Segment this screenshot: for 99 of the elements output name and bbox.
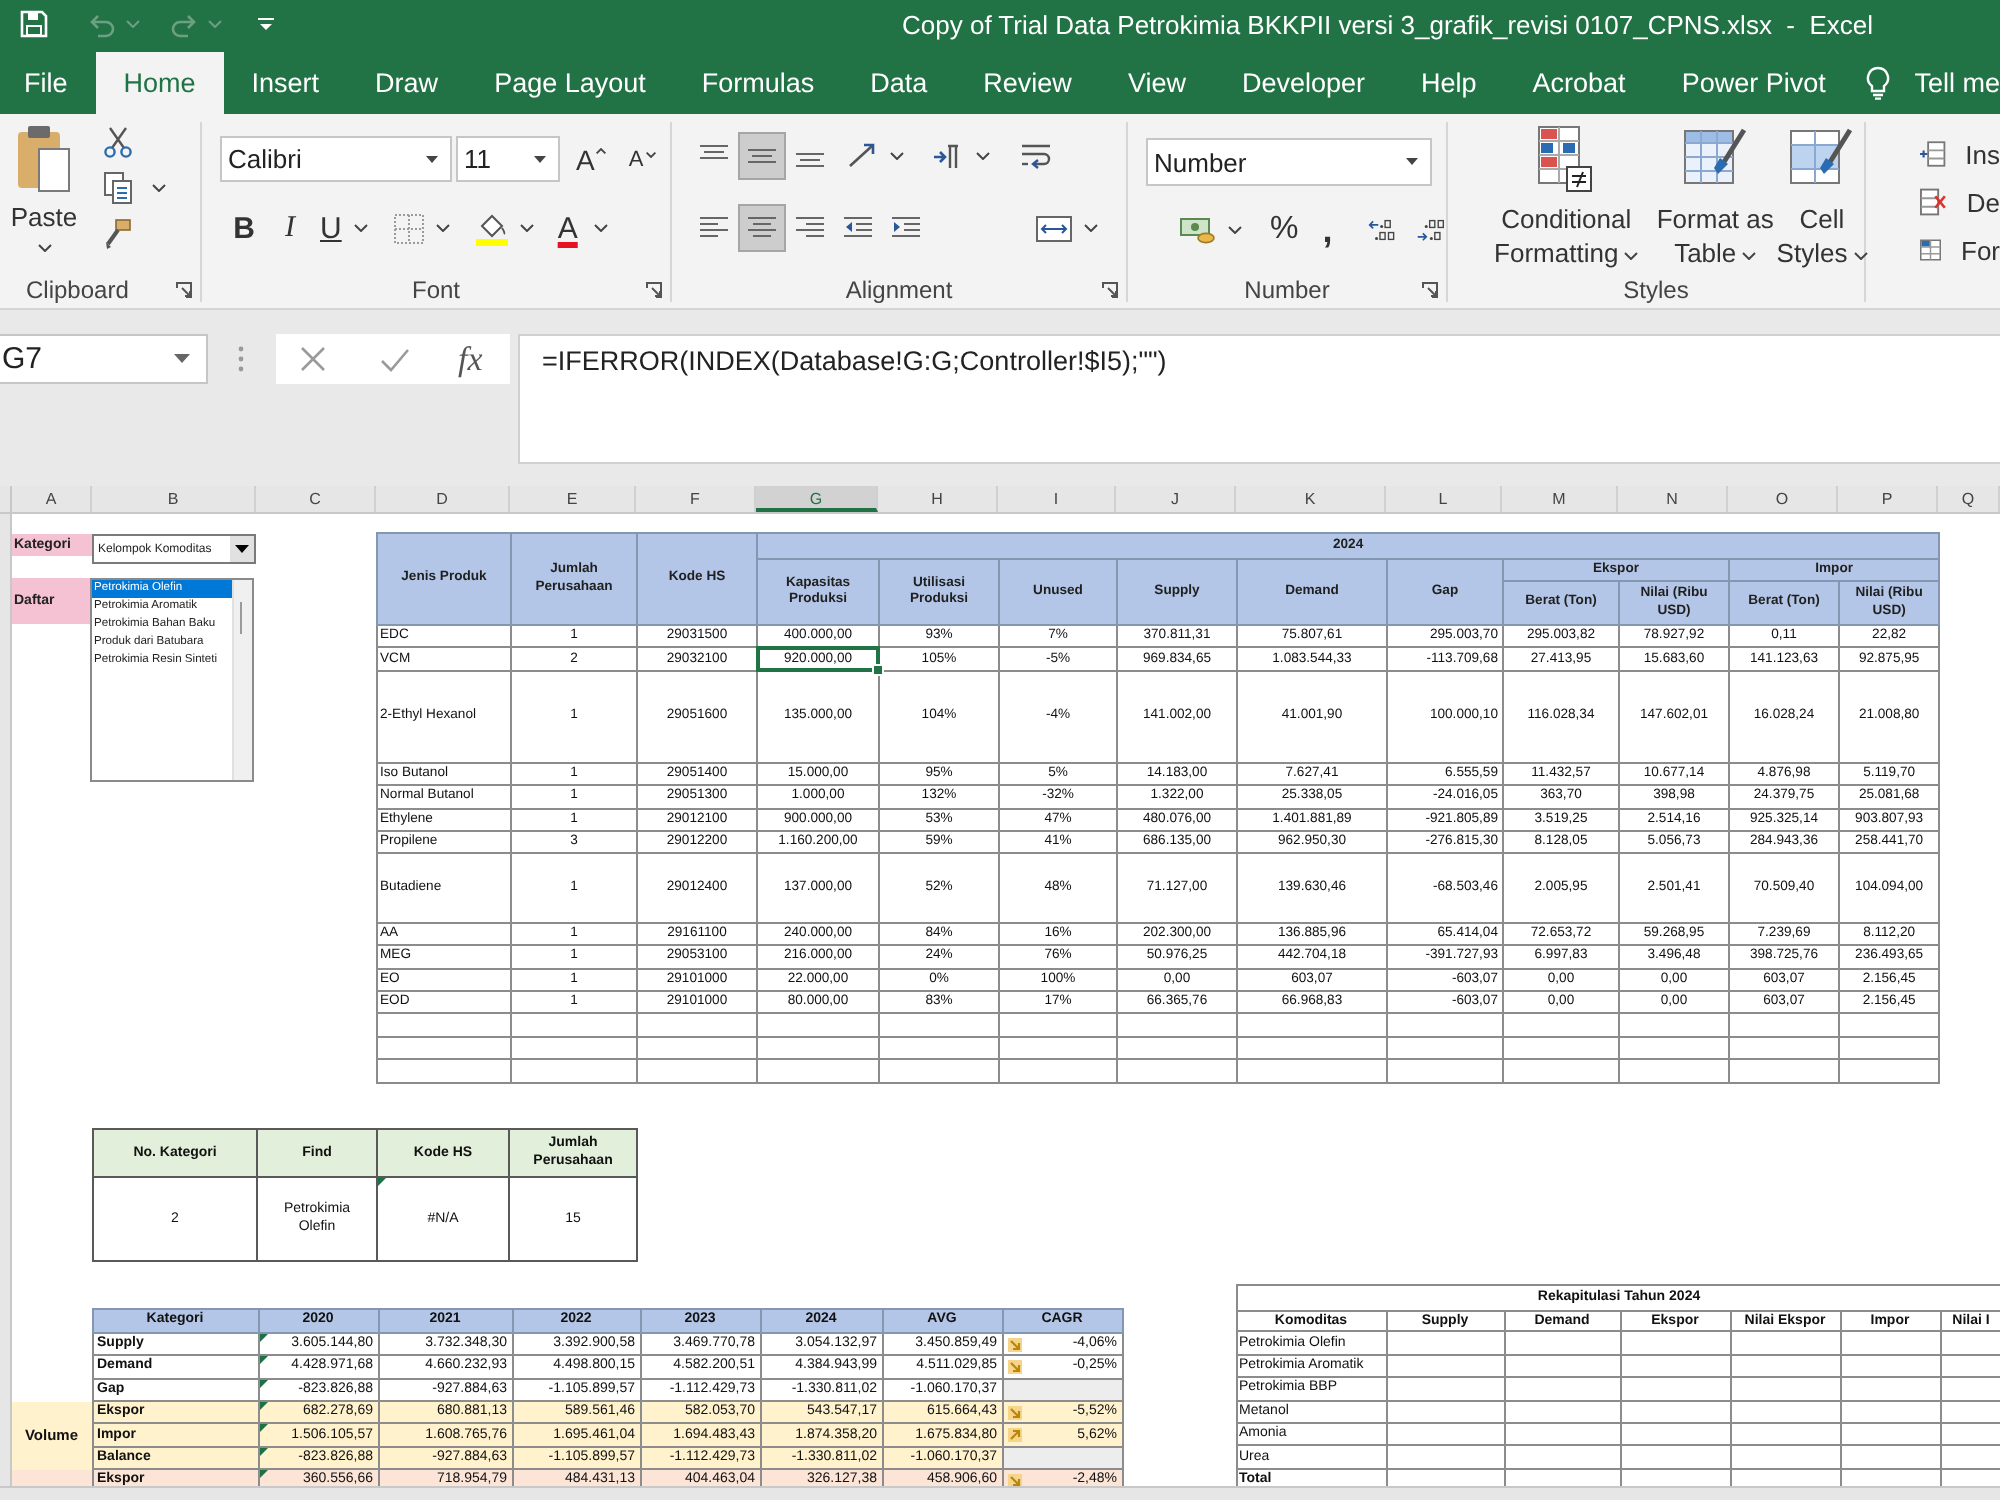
- vertical-dots-icon[interactable]: [238, 346, 244, 372]
- lightbulb-icon: [1866, 66, 1891, 100]
- align-middle-icon: [748, 144, 776, 168]
- ribbon-tab[interactable]: Data: [842, 52, 956, 114]
- ribbon-tab[interactable]: Home: [95, 52, 224, 114]
- ribbon-tab[interactable]: Help: [1393, 52, 1505, 114]
- merge-cells-icon: [1036, 215, 1072, 241]
- caret-icon[interactable]: [152, 184, 166, 192]
- insert-cells-icon: [1920, 140, 1946, 168]
- ribbon-tab[interactable]: Developer: [1213, 52, 1394, 114]
- ribbon-tab[interactable]: Formulas: [673, 52, 843, 114]
- caret-icon: [1624, 251, 1639, 260]
- percent-button[interactable]: %: [1270, 212, 1299, 248]
- scrollbar[interactable]: [232, 580, 252, 780]
- caret-icon: [37, 244, 51, 252]
- insert-button[interactable]: Ins: [1920, 134, 2000, 174]
- caret-icon[interactable]: [593, 224, 608, 232]
- paintbrush-icon[interactable]: [104, 218, 132, 250]
- save-icon[interactable]: [20, 10, 48, 38]
- caret-icon[interactable]: [435, 224, 450, 232]
- customize-caret-icon[interactable]: [258, 17, 274, 31]
- decrease-indent-icon: [844, 216, 872, 240]
- middle-align-button[interactable]: [738, 132, 786, 180]
- caret-icon: [1742, 251, 1757, 260]
- conditional-formatting-button[interactable]: Conditional Formatting: [1482, 122, 1651, 276]
- window-title: Copy of Trial Data Petrokimia BKKPII versi 3_grafik_revisi 0107_CPNS.xlsx - Excel: [902, 9, 1874, 39]
- paint-bucket-icon[interactable]: [475, 211, 508, 245]
- group-label: Font: [411, 275, 460, 303]
- increase-indent-icon: [892, 216, 920, 240]
- center-align-button[interactable]: [738, 204, 786, 252]
- font-color-button[interactable]: A: [553, 211, 582, 245]
- format-button[interactable]: For: [1920, 230, 2000, 270]
- cancel-icon[interactable]: [300, 346, 326, 372]
- caret-icon: [426, 155, 438, 163]
- borders-icon[interactable]: [393, 213, 424, 243]
- ribbon-tab[interactable]: View: [1099, 52, 1214, 114]
- check-icon[interactable]: [380, 347, 410, 371]
- align-center-icon: [748, 216, 776, 240]
- number-format-field[interactable]: Number: [1146, 138, 1432, 186]
- bold-button[interactable]: B: [228, 211, 260, 245]
- dialog-launcher-icon[interactable]: [176, 282, 192, 298]
- align-left-icon: [700, 216, 728, 240]
- ribbon-tab[interactable]: Review: [955, 52, 1100, 114]
- caret-icon: [1406, 158, 1418, 166]
- dialog-launcher-icon[interactable]: [646, 282, 662, 298]
- tell-me-button[interactable]: Tell me: [1866, 52, 2000, 114]
- cell-styles-button[interactable]: Cell Styles: [1780, 122, 1864, 276]
- fill-handle[interactable]: [872, 663, 884, 676]
- diagonal-arrow-icon: [846, 142, 878, 170]
- caret-icon: [890, 152, 904, 160]
- caret-up-icon: [596, 147, 607, 153]
- group-label: Alignment: [845, 275, 953, 303]
- increase-decimal-icon[interactable]: [1368, 216, 1400, 244]
- underline-button[interactable]: U: [320, 211, 368, 245]
- shrink-font-button[interactable]: A: [628, 147, 656, 171]
- group-label: Styles: [1623, 275, 1689, 303]
- format-cells-icon: [1920, 236, 1941, 264]
- column-header[interactable]: G: [756, 486, 878, 512]
- ribbon-tab[interactable]: Insert: [223, 52, 348, 114]
- delete-button[interactable]: De: [1920, 182, 2000, 222]
- align-right-icon: [796, 216, 824, 240]
- clipboard-icon: [16, 124, 72, 192]
- formula-input[interactable]: =IFERROR(INDEX(Database!G:G;Controller!$I5);""): [518, 334, 2000, 464]
- ribbon-tab[interactable]: Power Pivot: [1653, 52, 1854, 114]
- scroll-thumb[interactable]: [240, 602, 242, 634]
- group-label: Number: [1244, 275, 1330, 303]
- ribbon-tab[interactable]: File: [0, 52, 96, 114]
- caret-icon: [174, 354, 190, 364]
- font-size-field[interactable]: 11: [456, 136, 560, 182]
- text-direction-icon: [932, 143, 964, 169]
- format-as-table-button[interactable]: Format as Table: [1654, 122, 1776, 276]
- caret-icon: [353, 224, 368, 232]
- caret-icon: [645, 151, 656, 157]
- dialog-launcher-icon[interactable]: [1422, 282, 1438, 298]
- font-name-field[interactable]: Calibri: [220, 136, 452, 182]
- grow-font-button[interactable]: A: [576, 143, 607, 175]
- caret-icon[interactable]: [1228, 226, 1242, 234]
- scissors-icon[interactable]: [104, 126, 132, 158]
- bar-grid-icon: [1538, 126, 1595, 194]
- ribbon-tab[interactable]: Acrobat: [1504, 52, 1654, 114]
- ribbon-tab[interactable]: Page Layout: [466, 52, 674, 114]
- caret-icon: [1853, 251, 1868, 260]
- delete-cells-icon: [1920, 188, 1947, 216]
- paste-button[interactable]: Paste: [10, 122, 78, 276]
- italic-button[interactable]: I: [274, 211, 306, 245]
- caret-icon: [976, 152, 990, 160]
- group-label: Clipboard: [26, 275, 129, 303]
- name-box[interactable]: G7: [0, 334, 208, 384]
- caret-icon: [534, 155, 546, 163]
- wrap-text-icon: [1020, 141, 1052, 171]
- money-icon[interactable]: [1180, 216, 1216, 244]
- comma-button[interactable]: ,: [1322, 214, 1333, 246]
- insert-function-button[interactable]: fx: [458, 339, 483, 379]
- caret-icon: [1084, 224, 1098, 232]
- copy-icon[interactable]: [104, 172, 132, 204]
- decrease-decimal-icon[interactable]: [1415, 216, 1446, 244]
- dialog-launcher-icon[interactable]: [1102, 282, 1118, 298]
- ribbon-tab[interactable]: Draw: [347, 52, 467, 114]
- caret-icon[interactable]: [519, 224, 534, 232]
